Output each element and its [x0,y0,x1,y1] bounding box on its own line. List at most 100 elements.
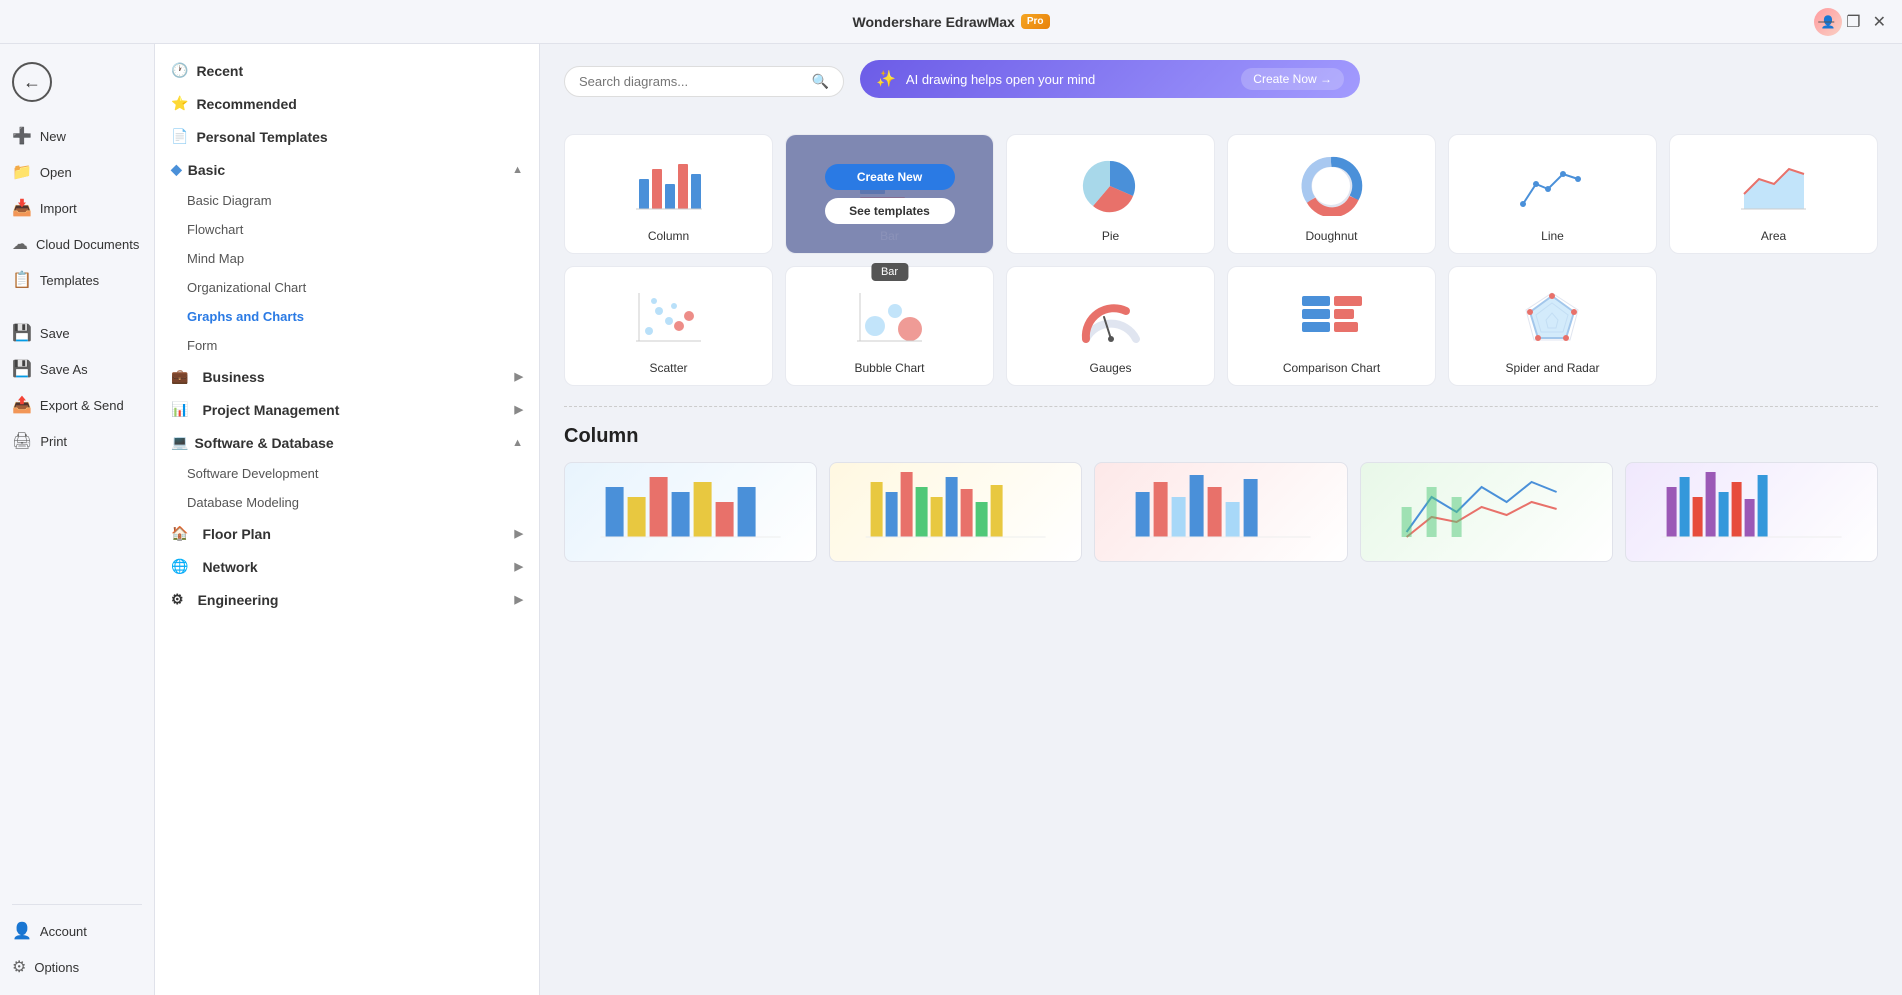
sidebar-item-new[interactable]: ➕ New [0,118,154,154]
print-icon: 🖨 [12,431,32,451]
sidebar-item-account[interactable]: 👤 Account [0,913,154,949]
chart-card-column[interactable]: Column [564,134,773,254]
sidebar-section-floor-plan-label: Floor Plan [202,526,270,542]
sidebar-item-saveas-label: Save As [40,362,88,377]
engineering-chevron-icon: ▶ [515,593,523,606]
recommended-icon: ⭐ [171,95,188,112]
sidebar-item-print[interactable]: 🖨 Print [0,423,154,459]
back-button[interactable]: ← [12,62,52,102]
nav-bottom: 👤 Account ⚙ Options [0,896,154,985]
spider-chart-icon [1513,283,1593,353]
sidebar-item-account-label: Account [40,924,87,939]
comparison-label: Comparison Chart [1283,361,1380,375]
top-bar: Wondershare EdrawMax Pro 👤 — ❐ ✕ [0,0,1902,44]
sidebar-subitem-db-modeling[interactable]: Database Modeling [155,488,539,517]
sidebar-subitem-software-dev[interactable]: Software Development [155,459,539,488]
search-bar[interactable]: 🔍 [564,66,844,97]
column-label: Column [648,229,689,243]
sidebar-wide: 🕐 Recent ⭐ Recommended 📄 Personal Templa… [155,44,540,995]
sidebar-subitem-mindmap[interactable]: Mind Map [155,244,539,273]
sidebar-item-options[interactable]: ⚙ Options [0,949,154,985]
template-thumb-2[interactable] [829,462,1082,562]
column-section-title: Column [564,425,1878,448]
pie-label: Pie [1102,229,1119,243]
doughnut-chart-icon [1292,151,1372,221]
db-modeling-label: Database Modeling [187,495,299,510]
sidebar-item-import-label: Import [40,201,77,216]
flowchart-label: Flowchart [187,222,243,237]
minimize-button[interactable]: — [1818,13,1834,31]
network-chevron-icon: ▶ [515,560,523,573]
chart-card-doughnut[interactable]: Doughnut [1227,134,1436,254]
create-now-button[interactable]: Create Now → [1241,68,1344,90]
template-thumb-1[interactable] [564,462,817,562]
chart-card-pie[interactable]: Pie [1006,134,1215,254]
sidebar-subitem-basic-diagram[interactable]: Basic Diagram [155,186,539,215]
chart-card-comparison[interactable]: Comparison Chart [1227,266,1436,386]
sidebar-item-cloud[interactable]: ☁ Cloud Documents [0,226,154,262]
template-row [564,462,1878,562]
area-label: Area [1761,229,1786,243]
sidebar-narrow: ← ➕ New 📁 Open 📥 Import ☁ Cloud Document… [0,44,155,995]
create-new-button[interactable]: Create New [825,164,955,190]
bubble-chart-icon [850,283,930,353]
sidebar-item-save-label: Save [40,326,70,341]
sidebar-section-engineering[interactable]: ⚙ Engineering ▶ [155,583,539,616]
chart-card-line[interactable]: Line [1448,134,1657,254]
project-mgmt-icon: 📊 [171,401,188,418]
chart-card-gauges[interactable]: Gauges [1006,266,1215,386]
chart-card-scatter[interactable]: Scatter [564,266,773,386]
ai-icon: ✨ [876,69,896,89]
sidebar-item-export[interactable]: 📤 Export & Send [0,387,154,423]
area-chart-icon [1734,151,1814,221]
sidebar-section-project-mgmt[interactable]: 📊 Project Management ▶ [155,393,539,426]
sidebar-item-new-label: New [40,129,66,144]
close-button[interactable]: ✕ [1873,12,1886,32]
sidebar-section-basic-label: Basic [188,162,225,178]
template-thumb-5[interactable] [1625,462,1878,562]
sidebar-section-network[interactable]: 🌐 Network ▶ [155,550,539,583]
project-chevron-icon: ▶ [515,403,523,416]
gauges-chart-icon [1071,283,1151,353]
sidebar-item-save[interactable]: 💾 Save [0,315,154,351]
sidebar-subitem-form[interactable]: Form [155,331,539,360]
window-controls: — ❐ ✕ [1818,12,1886,32]
sidebar-personal-templates[interactable]: 📄 Personal Templates [155,120,539,153]
software-chevron-icon: ▲ [512,437,523,449]
search-area: 🔍 ✨ AI drawing helps open your mind Crea… [564,60,1878,118]
see-templates-button[interactable]: See templates [825,198,955,224]
template-thumb-4[interactable] [1360,462,1613,562]
sidebar-recommended[interactable]: ⭐ Recommended [155,87,539,120]
software-icon: 💻 [171,434,188,451]
chart-card-spider[interactable]: Spider and Radar [1448,266,1657,386]
maximize-button[interactable]: ❐ [1846,12,1860,32]
section-divider [564,406,1878,407]
template-thumb-3[interactable] [1094,462,1347,562]
sidebar-item-import[interactable]: 📥 Import [0,190,154,226]
sidebar-item-open[interactable]: 📁 Open [0,154,154,190]
sidebar-subitem-graphs[interactable]: Graphs and Charts [155,302,539,331]
sidebar-section-basic[interactable]: ◆ Basic ▲ [155,153,539,186]
ai-banner[interactable]: ✨ AI drawing helps open your mind Create… [860,60,1360,98]
basic-chevron-icon: ▲ [512,164,523,176]
sidebar-section-business[interactable]: 💼 Business ▶ [155,360,539,393]
software-dev-label: Software Development [187,466,319,481]
chart-card-bar[interactable]: Bar Create New See templates Bar [785,134,994,254]
sidebar-item-saveas[interactable]: 💾 Save As [0,351,154,387]
business-icon: 💼 [171,368,188,385]
sidebar-section-floor-plan[interactable]: 🏠 Floor Plan ▶ [155,517,539,550]
sidebar-personal-templates-label: Personal Templates [196,129,327,145]
doughnut-label: Doughnut [1305,229,1357,243]
search-input[interactable] [579,74,812,89]
divider2 [12,904,142,905]
basic-section-icon: ◆ [171,161,182,178]
sidebar-subitem-flowchart[interactable]: Flowchart [155,215,539,244]
sidebar-subitem-orgchart[interactable]: Organizational Chart [155,273,539,302]
chart-card-bubble[interactable]: Bubble Chart [785,266,994,386]
sidebar-section-software[interactable]: 💻 Software & Database ▲ [155,426,539,459]
sidebar-item-templates[interactable]: 📋 Templates [0,262,154,298]
chart-card-area[interactable]: Area [1669,134,1878,254]
bubble-label: Bubble Chart [854,361,924,375]
floor-plan-chevron-icon: ▶ [515,527,523,540]
sidebar-recent[interactable]: 🕐 Recent [155,54,539,87]
